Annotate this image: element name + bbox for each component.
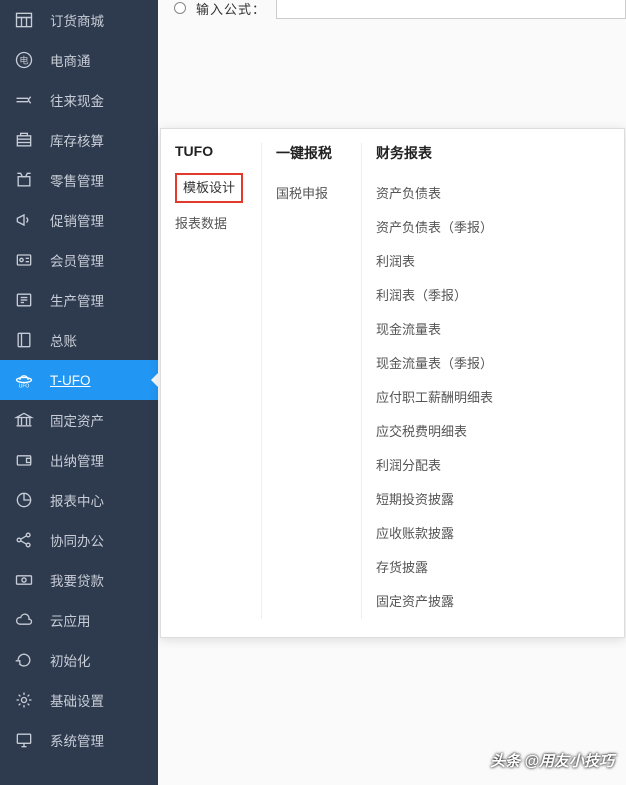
sidebar-item-init[interactable]: 初始化 <box>0 640 158 680</box>
menu-item-national-tax[interactable]: 国税申报 <box>276 177 347 211</box>
col-title: TUFO <box>175 143 247 159</box>
formula-bar: 输入公式： <box>158 0 626 20</box>
sidebar-item-label: 系统管理 <box>50 730 104 750</box>
menu-item[interactable]: 应收账款披露 <box>376 517 610 551</box>
ecommerce-icon: 电 <box>14 50 34 70</box>
menu-item[interactable]: 资产负债表（季报） <box>376 211 610 245</box>
production-icon <box>14 290 34 310</box>
col-title: 一键报税 <box>276 143 347 163</box>
menu-item-template-design[interactable]: 模板设计 <box>175 173 243 203</box>
flyout-col-tufo: TUFO 模板设计 报表数据 <box>161 143 261 619</box>
menu-item[interactable]: 现金流量表 <box>376 313 610 347</box>
sidebar-item-member[interactable]: 会员管理 <box>0 240 158 280</box>
radio-icon[interactable] <box>174 2 186 14</box>
sidebar-item-label: 零售管理 <box>50 170 104 190</box>
sidebar-item-label: 云应用 <box>50 610 91 630</box>
monitor-icon <box>14 730 34 750</box>
sidebar-item-label: 库存核算 <box>50 130 104 150</box>
bank-icon <box>14 410 34 430</box>
sidebar-item-label: 出纳管理 <box>50 450 104 470</box>
app-layout: 订货商城 电 电商通 往来现金 库存核算 零售管理 促销管理 会员管理 <box>0 0 626 785</box>
inventory-icon <box>14 130 34 150</box>
formula-label: 输入公式： <box>196 0 266 18</box>
sidebar-item-label: 电商通 <box>50 50 91 70</box>
sidebar-item-store[interactable]: 订货商城 <box>0 0 158 40</box>
flyout-col-financial: 财务报表 资产负债表 资产负债表（季报） 利润表 利润表（季报） 现金流量表 现… <box>361 143 624 619</box>
sidebar-item-label: 基础设置 <box>50 690 104 710</box>
sidebar-item-ecommerce[interactable]: 电 电商通 <box>0 40 158 80</box>
menu-item[interactable]: 固定资产披露 <box>376 585 610 619</box>
sidebar-item-promo[interactable]: 促销管理 <box>0 200 158 240</box>
sidebar-item-reports[interactable]: 报表中心 <box>0 480 158 520</box>
sidebar-item-tufo[interactable]: UFO T-UFO <box>0 360 158 400</box>
sidebar-item-fixedasset[interactable]: 固定资产 <box>0 400 158 440</box>
sidebar-item-label: 协同办公 <box>50 530 104 550</box>
menu-item[interactable]: 资产负债表 <box>376 177 610 211</box>
sidebar-item-production[interactable]: 生产管理 <box>0 280 158 320</box>
sidebar-item-system[interactable]: 系统管理 <box>0 720 158 760</box>
sidebar-item-cloud[interactable]: 云应用 <box>0 600 158 640</box>
sidebar-item-inventory[interactable]: 库存核算 <box>0 120 158 160</box>
sidebar-item-cash[interactable]: 往来现金 <box>0 80 158 120</box>
svg-text:电: 电 <box>19 54 28 65</box>
menu-item-report-data[interactable]: 报表数据 <box>175 207 247 241</box>
piechart-icon <box>14 490 34 510</box>
cloud-icon <box>14 610 34 630</box>
ufo-icon: UFO <box>14 370 34 390</box>
col-title: 财务报表 <box>376 143 610 163</box>
sidebar-item-label: 报表中心 <box>50 490 104 510</box>
menu-item[interactable]: 现金流量表（季报） <box>376 347 610 381</box>
sidebar-item-label: 会员管理 <box>50 250 104 270</box>
sidebar-item-label: 总账 <box>50 330 77 350</box>
store-icon <box>14 10 34 30</box>
menu-item[interactable]: 存货披露 <box>376 551 610 585</box>
retail-icon <box>14 170 34 190</box>
sidebar-item-label: 生产管理 <box>50 290 104 310</box>
ledger-icon <box>14 330 34 350</box>
sidebar-item-label: 固定资产 <box>50 410 104 430</box>
sidebar-item-cashier[interactable]: 出纳管理 <box>0 440 158 480</box>
menu-item[interactable]: 短期投资披露 <box>376 483 610 517</box>
refresh-icon <box>14 650 34 670</box>
menu-item[interactable]: 利润表 <box>376 245 610 279</box>
watermark: 头条 @用友小技巧 <box>490 750 614 771</box>
megaphone-icon <box>14 210 34 230</box>
share-icon <box>14 530 34 550</box>
sidebar-item-loan[interactable]: 我要贷款 <box>0 560 158 600</box>
flyout-col-tax: 一键报税 国税申报 <box>261 143 361 619</box>
sidebar-item-label: 促销管理 <box>50 210 104 230</box>
sidebar-item-settings[interactable]: 基础设置 <box>0 680 158 720</box>
cash-icon <box>14 90 34 110</box>
svg-text:UFO: UFO <box>19 384 30 390</box>
sidebar-item-label: 订货商城 <box>50 10 104 30</box>
sidebar-item-collab[interactable]: 协同办公 <box>0 520 158 560</box>
sidebar-item-label: 往来现金 <box>50 90 104 110</box>
menu-item[interactable]: 应交税费明细表 <box>376 415 610 449</box>
menu-item[interactable]: 应付职工薪酬明细表 <box>376 381 610 415</box>
sidebar-item-ledger[interactable]: 总账 <box>0 320 158 360</box>
money-icon <box>14 570 34 590</box>
menu-item[interactable]: 利润表（季报） <box>376 279 610 313</box>
sidebar-item-label: T-UFO <box>50 373 91 388</box>
sidebar-item-label: 我要贷款 <box>50 570 104 590</box>
sidebar-item-label: 初始化 <box>50 650 91 670</box>
member-icon <box>14 250 34 270</box>
sidebar: 订货商城 电 电商通 往来现金 库存核算 零售管理 促销管理 会员管理 <box>0 0 158 785</box>
main-content: 输入公式： TUFO 模板设计 报表数据 一键报税 国税申报 财务报表 资产负债… <box>158 0 626 785</box>
formula-input[interactable] <box>276 0 626 19</box>
tufo-flyout-menu: TUFO 模板设计 报表数据 一键报税 国税申报 财务报表 资产负债表 资产负债… <box>160 128 625 638</box>
wallet-icon <box>14 450 34 470</box>
menu-item[interactable]: 利润分配表 <box>376 449 610 483</box>
gear-icon <box>14 690 34 710</box>
sidebar-item-retail[interactable]: 零售管理 <box>0 160 158 200</box>
